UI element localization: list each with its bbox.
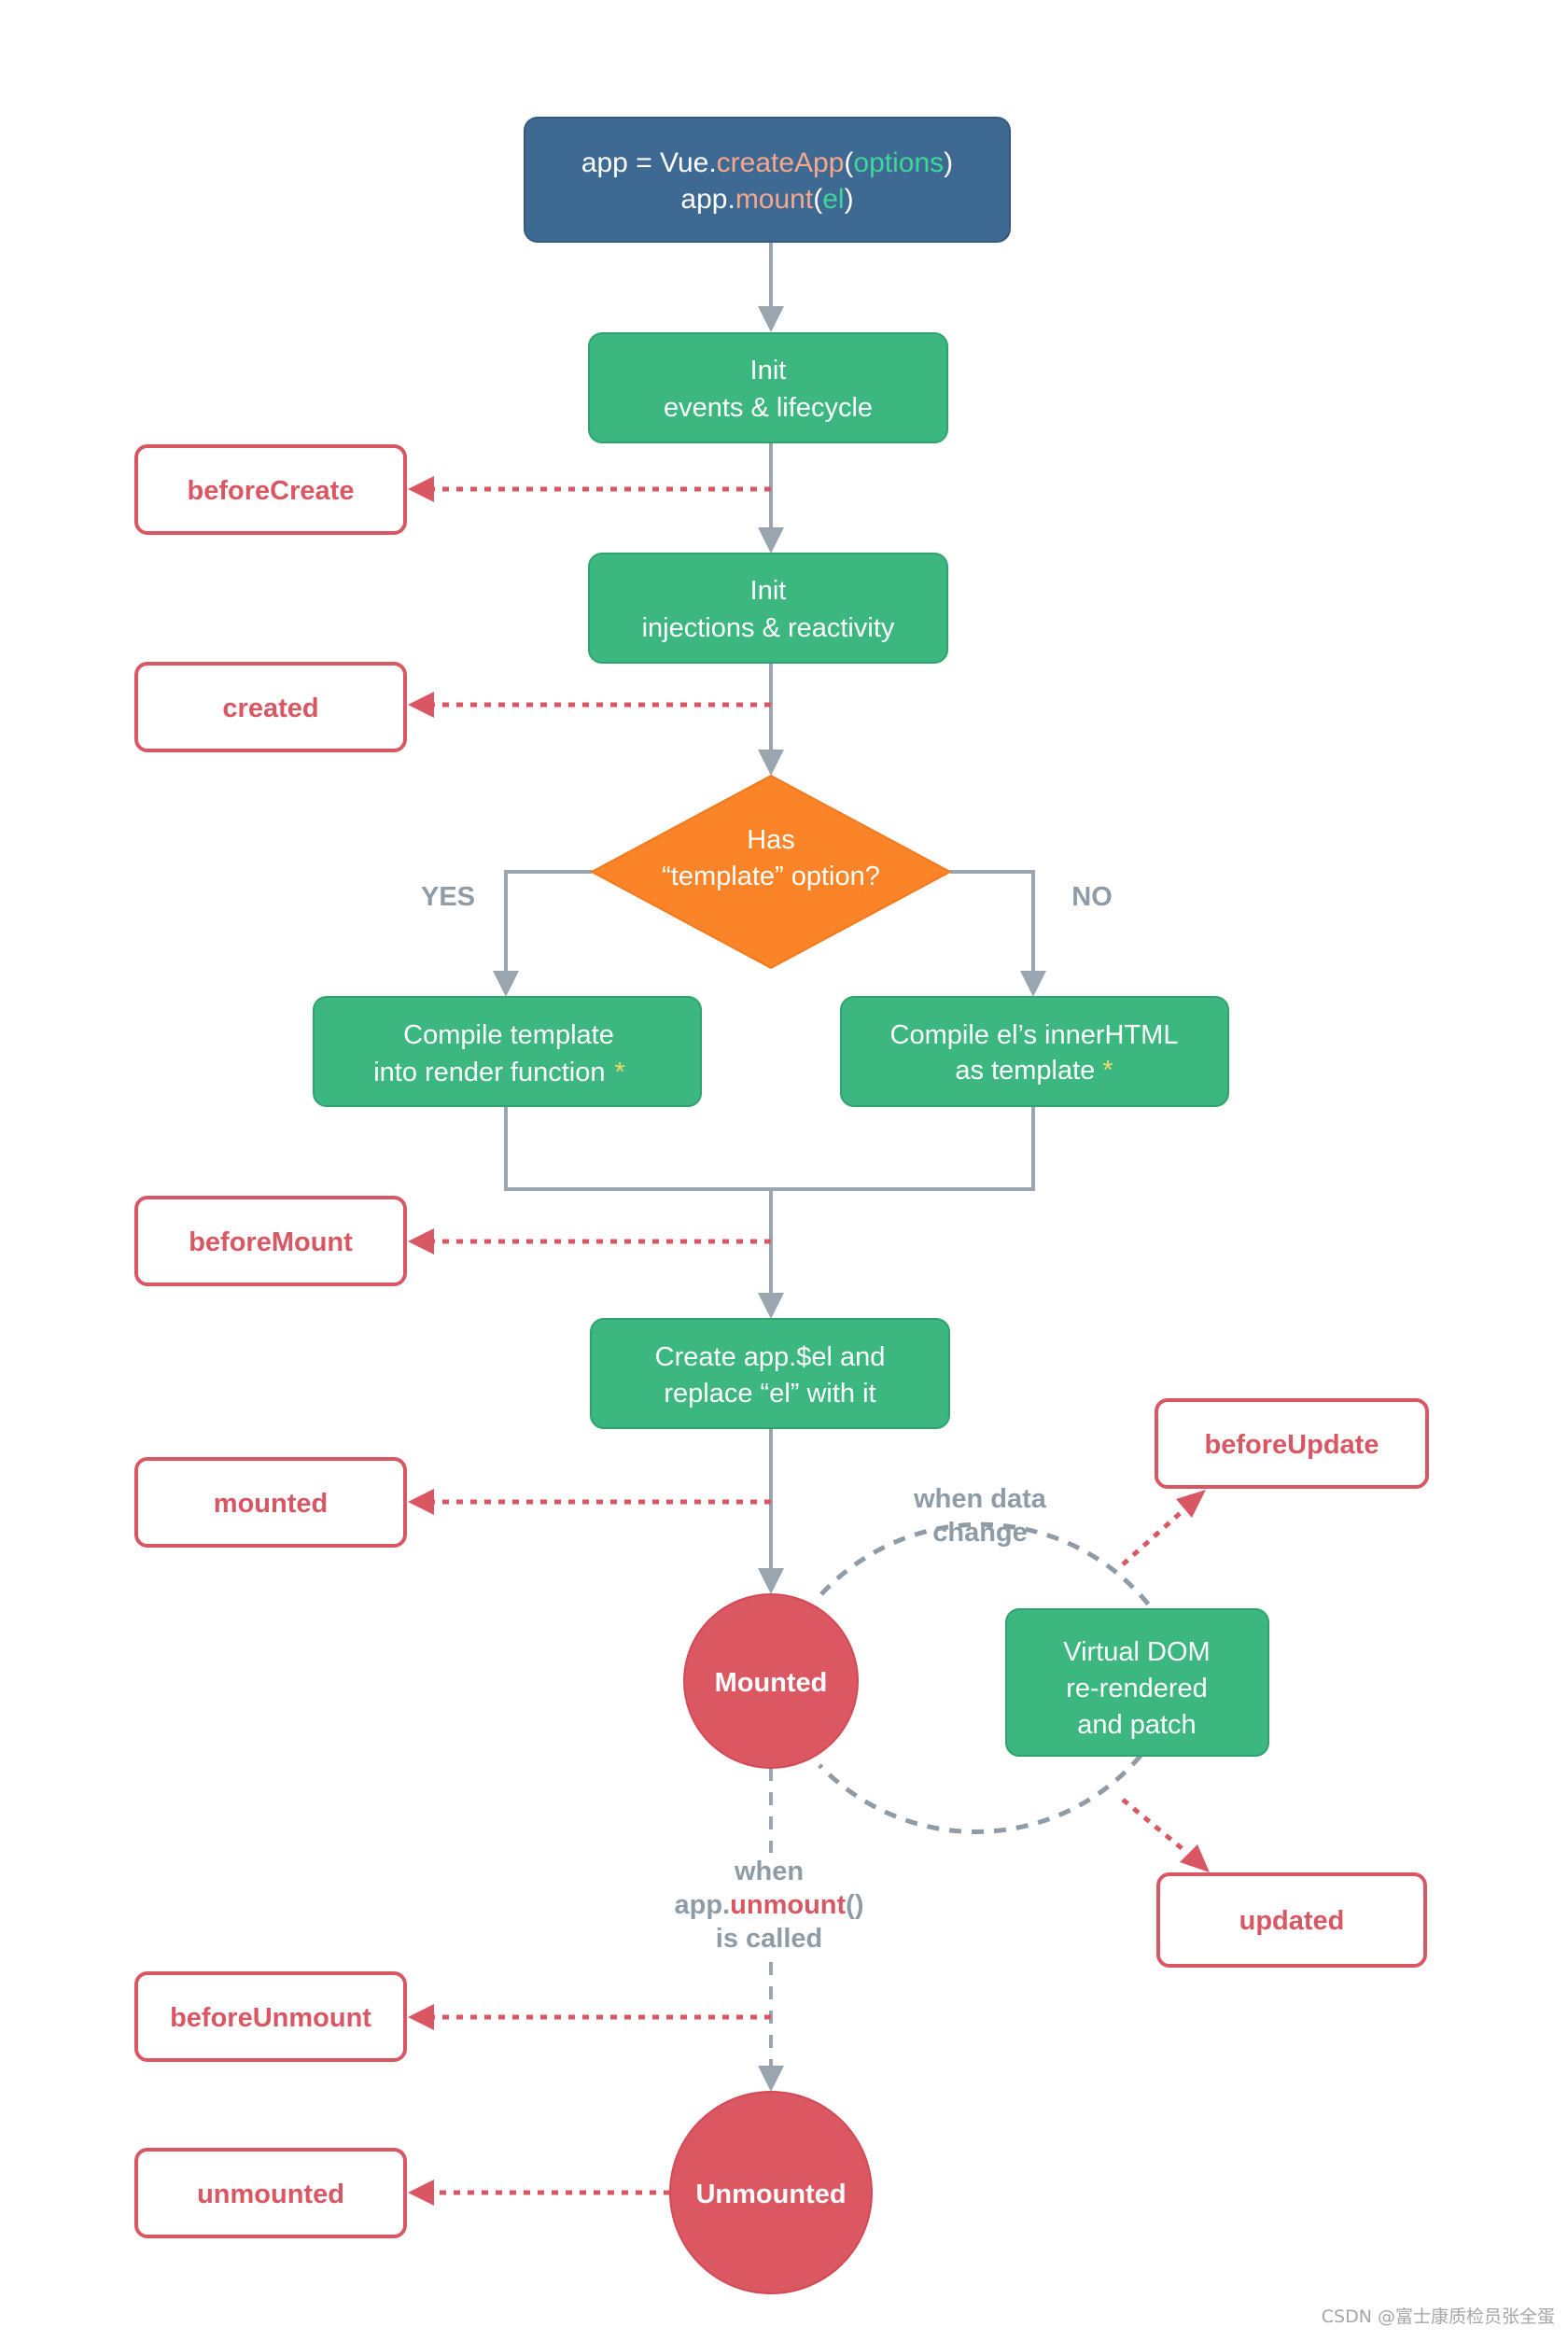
state-label: Unmounted: [695, 2180, 846, 2209]
annotation-text: app.unmount(): [675, 1890, 864, 1920]
hook-label: updated: [1239, 1906, 1345, 1936]
arrowhead-icon: [758, 1568, 784, 1594]
start-node: app = Vue.createApp(options) app.mount(e…: [524, 117, 1011, 243]
asterisk-icon: *: [614, 1058, 624, 1087]
annotation-text: when data: [913, 1484, 1047, 1514]
asterisk-icon: *: [1102, 1056, 1113, 1086]
hook-line-updated: [1121, 1798, 1189, 1855]
hook-label: beforeUpdate: [1205, 1430, 1379, 1460]
hook-unmounted: unmounted: [134, 2148, 407, 2238]
step-text: re-rendered: [1066, 1674, 1208, 1703]
step-virtual-dom: Virtual DOM re-rendered and patch: [1005, 1608, 1269, 1757]
arrowhead-icon: [758, 306, 784, 332]
hook-label: created: [222, 694, 318, 723]
start-code-line-1: app = Vue.createApp(options): [581, 147, 953, 178]
arrowhead-icon: [1020, 971, 1046, 997]
annotation-data-change: when data change: [913, 1484, 1047, 1548]
hook-line-beforeupdate: [1121, 1507, 1186, 1566]
step-init-events: Init events & lifecycle: [588, 332, 948, 443]
arrowhead-icon: [1180, 1844, 1210, 1872]
arrowhead-icon: [1176, 1490, 1206, 1518]
state-label: Mounted: [715, 1668, 828, 1698]
step-text: Compile template: [403, 1020, 614, 1050]
arrowhead-icon: [408, 2004, 434, 2030]
step-text: Compile el’s innerHTML: [890, 1020, 1179, 1050]
arrowhead-icon: [408, 1228, 434, 1255]
step-compile-el: Compile el’s innerHTML as template *: [840, 996, 1229, 1107]
step-text: Init: [750, 356, 787, 385]
hook-beforeupdate: beforeUpdate: [1155, 1398, 1429, 1489]
hook-label: beforeCreate: [188, 476, 355, 506]
decision-text: “template” option?: [662, 862, 880, 891]
decision-has-template: Has “template” option?: [589, 774, 953, 970]
hook-mounted: mounted: [134, 1457, 407, 1548]
watermark: CSDN @富士康质检员张全蛋: [1321, 2306, 1555, 2327]
arrowhead-icon: [408, 2180, 434, 2206]
step-text: replace “el” with it: [664, 1379, 875, 1409]
decision-text: Has: [747, 825, 795, 855]
annotation-text: is called: [716, 1924, 822, 1954]
annotation-unmount-called: when app.unmount() is called: [653, 1853, 889, 1957]
connector-merge: [504, 1106, 1035, 1191]
hook-beforecreate: beforeCreate: [134, 444, 407, 535]
step-text: Init: [750, 576, 787, 606]
arrowhead-icon: [758, 750, 784, 776]
connector-yes-branch: [504, 870, 592, 973]
step-text: Virtual DOM: [1063, 1637, 1210, 1667]
hook-label: unmounted: [197, 2180, 344, 2209]
arrowhead-icon: [493, 971, 519, 997]
branch-label-yes: YES: [421, 882, 475, 912]
arrowhead-icon: [758, 2066, 784, 2092]
arrowhead-icon: [408, 1489, 434, 1515]
step-text: and patch: [1077, 1710, 1196, 1740]
vue-lifecycle-diagram: app = Vue.createApp(options) app.mount(e…: [134, 117, 1429, 2294]
step-text: as template *: [955, 1056, 1113, 1086]
step-text: Create app.$el and: [655, 1342, 886, 1372]
branch-label-no: NO: [1071, 882, 1113, 912]
hook-updated: updated: [1156, 1872, 1427, 1968]
hook-label: beforeMount: [189, 1227, 353, 1257]
annotation-text: change: [932, 1518, 1028, 1548]
step-compile-template: Compile template into render function *: [313, 996, 702, 1107]
connector-no-branch: [950, 870, 1035, 973]
step-text: injections & reactivity: [642, 613, 895, 643]
state-unmounted: Unmounted: [669, 2091, 873, 2294]
state-mounted: Mounted: [683, 1593, 859, 1769]
arrowhead-icon: [758, 1293, 784, 1319]
step-init-injections: Init injections & reactivity: [588, 553, 948, 664]
arrowhead-icon: [758, 527, 784, 554]
step-text: into render function *: [373, 1058, 625, 1087]
arrowhead-icon: [408, 476, 434, 502]
hook-label: mounted: [214, 1489, 328, 1519]
hook-label: beforeUnmount: [170, 2003, 371, 2033]
step-text: events & lifecycle: [664, 393, 873, 423]
hook-beforemount: beforeMount: [134, 1196, 407, 1286]
hook-beforeunmount: beforeUnmount: [134, 1971, 407, 2062]
hook-created: created: [134, 662, 407, 752]
arrowhead-icon: [408, 692, 434, 718]
annotation-text: when: [734, 1857, 804, 1886]
step-create-el: Create app.$el and replace “el” with it: [590, 1318, 950, 1429]
start-code-line-2: app.mount(el): [680, 184, 853, 215]
